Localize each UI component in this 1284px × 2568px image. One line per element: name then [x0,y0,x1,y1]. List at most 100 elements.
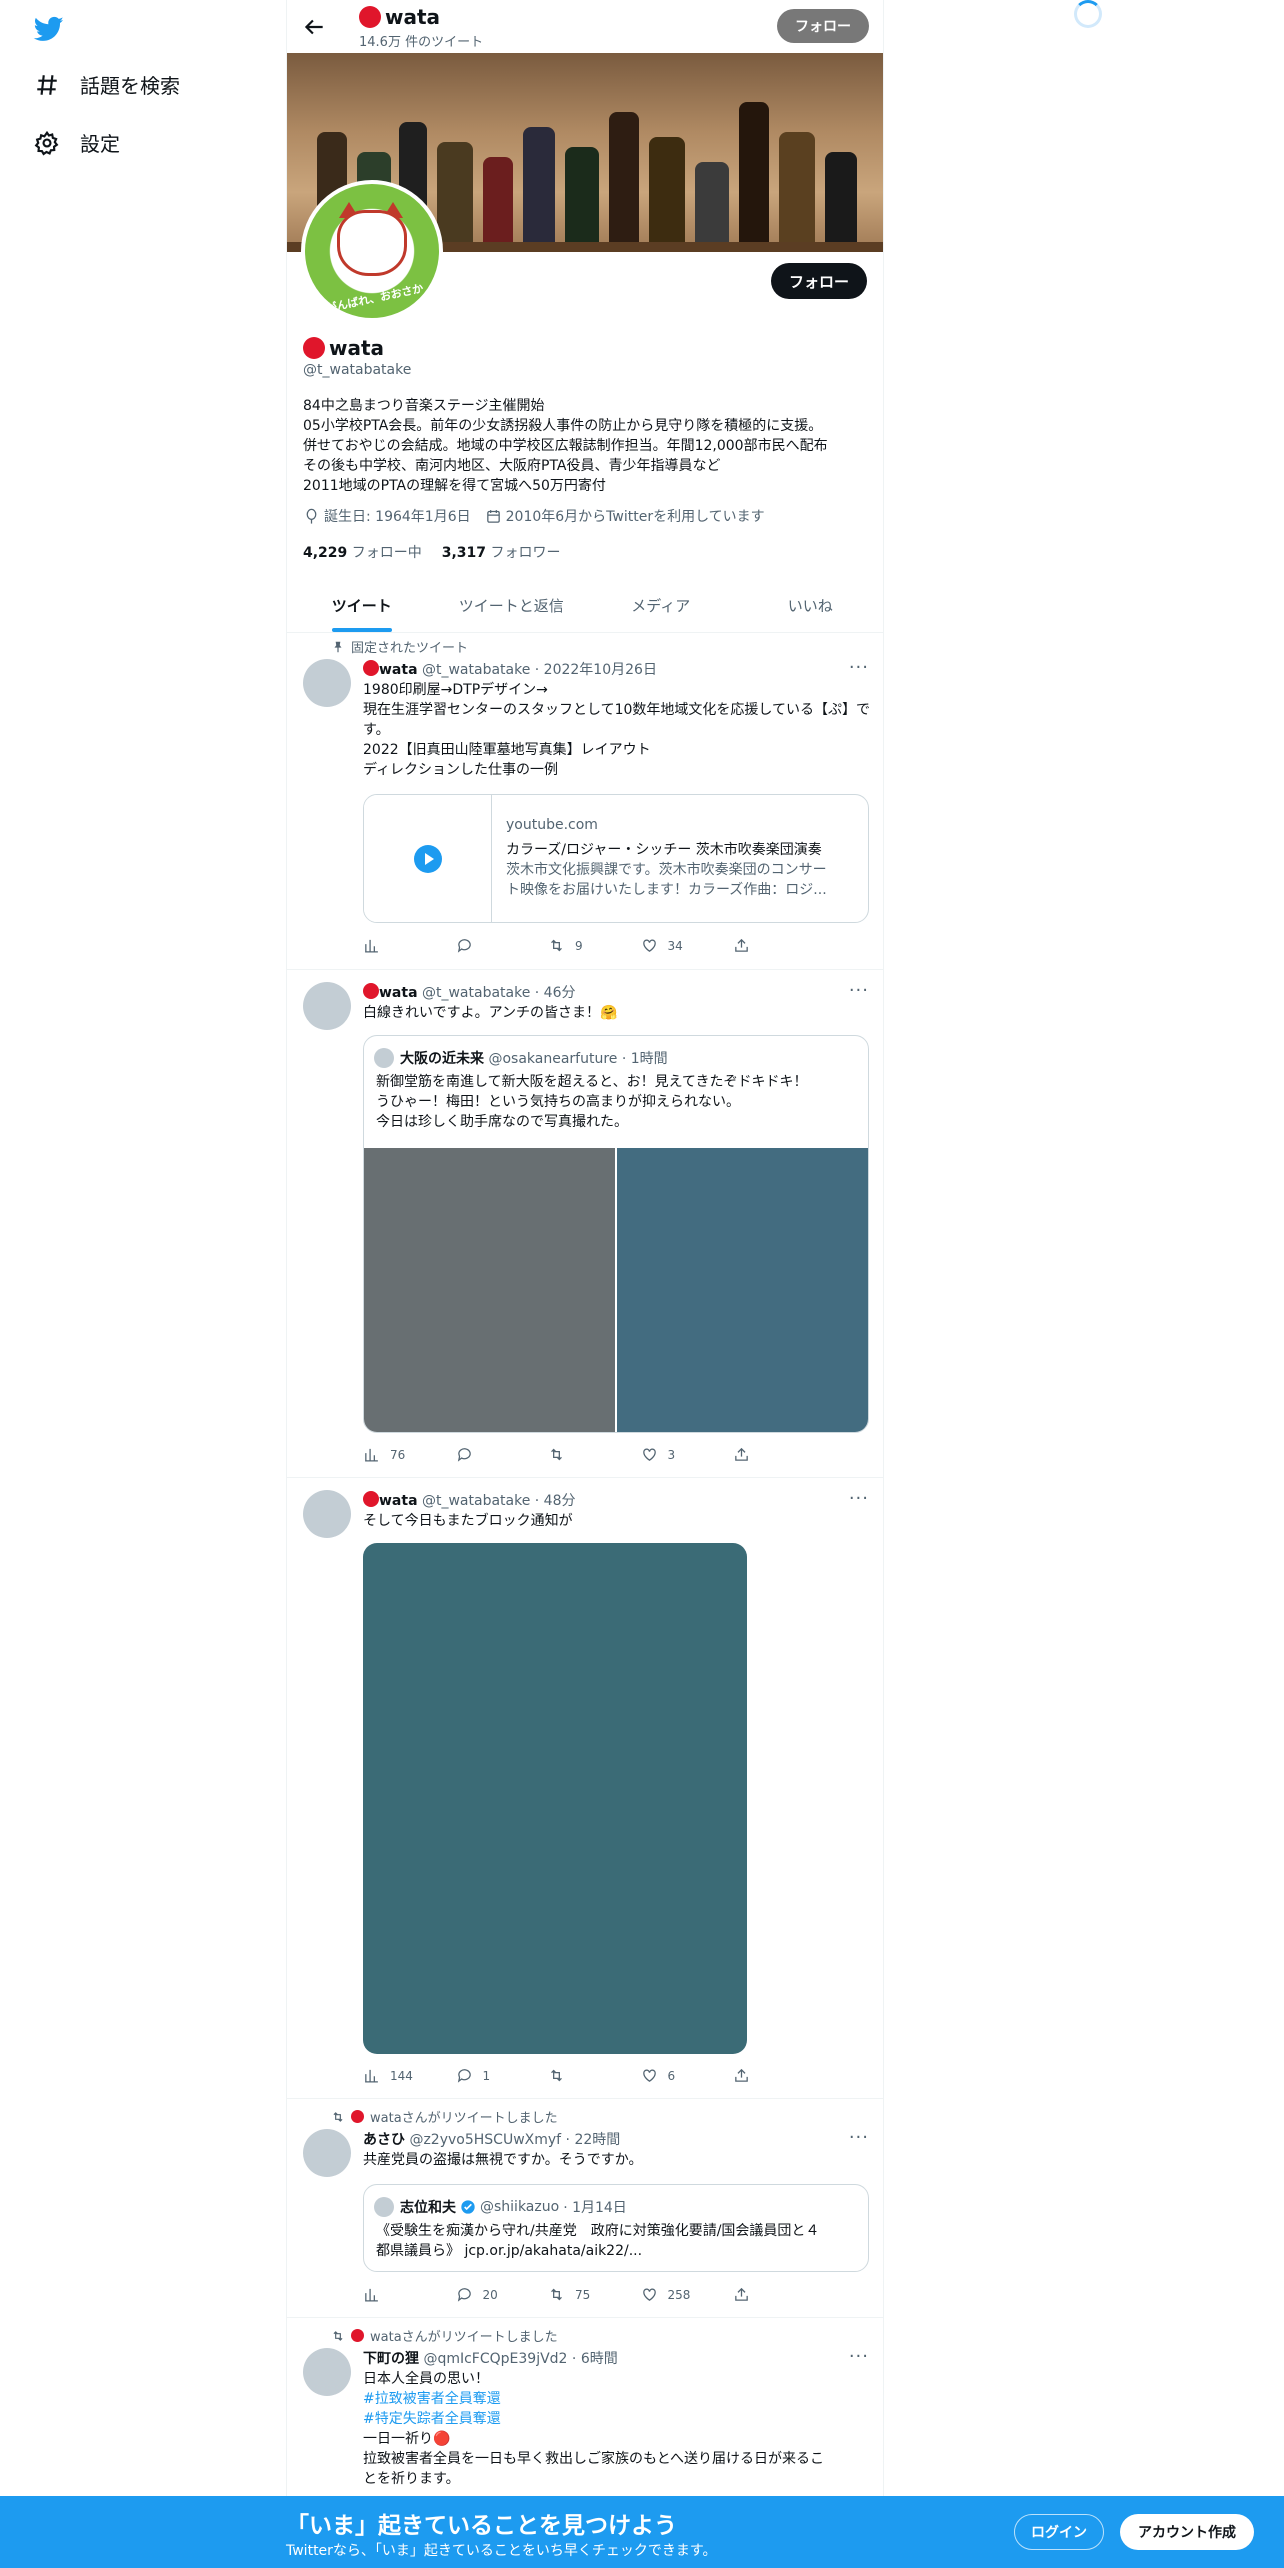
avatar[interactable] [303,659,351,707]
reply-icon [457,939,471,953]
play-icon[interactable] [414,845,442,873]
like-button[interactable]: 34 [641,937,701,954]
share-button[interactable] [733,937,793,954]
avatar[interactable] [303,2348,351,2396]
quote-tweet[interactable]: 志位和夫 @shiikazuo · 1月14日 《受験生を痴漢から守れ/共産党 … [363,2184,869,2272]
more-options-icon[interactable]: ··· [849,980,869,1001]
tweet-actions: 144 1 6 [363,2067,793,2084]
balloon-icon [306,508,317,524]
profile-avatar[interactable]: がんばれ、おおさか [301,180,443,322]
views-button[interactable] [363,937,423,954]
hashtag-link[interactable]: #拉致被害者全員奪還 [363,2389,873,2409]
quote-tweet[interactable]: 大阪の近未来 @osakanearfuture · 1時間 新御堂筋を南進して新… [363,1035,869,1433]
retweet-button[interactable] [548,2067,608,2084]
like-button[interactable]: 258 [641,2286,701,2303]
avatar[interactable] [374,2197,394,2217]
profile-header-bar: wata 14.6万 件のツイート フォロー [287,0,883,53]
views-button[interactable]: 76 [363,1446,423,1463]
login-button[interactable]: ログイン [1014,2514,1104,2550]
avatar[interactable] [303,2129,351,2177]
followers-link[interactable]: 3,317 フォロワー [442,542,561,562]
sidebar-item-explore[interactable]: 話題を検索 [34,70,180,99]
header-tweet-count: 14.6万 件のツイート [359,35,484,50]
heart-icon [642,939,656,952]
tab-media[interactable]: メディア [586,580,736,632]
quote-text: 新御堂筋を南進して新大阪を超えると、お！見えてきたぞドキドキ！ うひゃー！梅田！… [376,1074,808,1130]
profile-stats: 4,229 フォロー中 3,317 フォロワー [303,542,561,562]
like-button[interactable]: 3 [641,1446,701,1463]
red-circle-emoji-icon [363,983,379,999]
media-image[interactable] [363,1543,747,2054]
card-domain: youtube.com [506,817,598,833]
tweet-text: 日本人全員の思い！ #拉致被害者全員奪還 #特定失踪者全員奪還 一日一祈り🔴 拉… [363,2369,873,2489]
avatar[interactable] [374,1048,394,1068]
tweet[interactable]: 固定されたツイート wata @t_watabatake · 2022年10月2… [287,633,883,970]
avatar[interactable] [303,1490,351,1538]
card-description: 茨木市文化振興課です。茨木市吹奏楽団のコンサー [506,862,827,878]
tab-tweets[interactable]: ツイート [287,580,437,632]
pinned-context: 固定されたツイート [331,637,468,656]
share-button[interactable] [733,2067,793,2084]
retweet-icon [551,939,562,952]
tab-likes[interactable]: いいね [736,580,884,632]
follow-button[interactable]: フォロー [770,263,867,299]
retweet-button[interactable] [548,1446,608,1463]
reply-icon [457,2069,471,2083]
twitter-logo-icon[interactable] [32,14,66,44]
tweet-text: 1980印刷屋→DTPデザイン→ 現在生涯学習センターのスタッフとして10数年地… [363,682,870,778]
video-thumbnail[interactable] [364,795,492,922]
tweet-header: 下町の狸 @qmIcFCQpE39jVd2 · 6時間 [363,2351,618,2367]
card-description: ト映像をお届けいたします！カラーズ作曲：ロジ... [506,882,827,898]
tweet[interactable]: wata @t_watabatake · 46分 ··· 白線きれいですよ。アン… [287,970,883,1478]
birthday-item: 誕生日: 1964年1月6日 [303,506,471,526]
hashtag-icon [37,74,57,95]
reply-button[interactable]: 20 [456,2286,516,2303]
tweet-actions: 20 75 258 [363,2286,793,2303]
share-button[interactable] [733,1446,793,1463]
tweet-text: 白線きれいですよ。アンチの皆さま！🤗 [363,1005,618,1021]
tab-tweets-and-replies[interactable]: ツイートと返信 [437,580,587,632]
more-options-icon[interactable]: ··· [849,2346,869,2367]
retweet-icon [551,1448,562,1461]
retweet-icon [551,2288,562,2301]
link-card[interactable]: youtube.com カラーズ/ロジャー・シッチー 茨木市吹奏楽団演奏 茨木市… [363,794,869,923]
retweet-button[interactable]: 75 [548,2286,608,2303]
tweet-header: wata @t_watabatake · 48分 [363,1490,576,1510]
profile-tabs: ツイート ツイートと返信 メディア いいね [287,580,884,633]
quote-text: 《受験生を痴漢から守れ/共産党 政府に対策強化要請/国会議員団と４ 都県議員ら》… [376,2223,820,2259]
back-arrow-icon[interactable] [301,14,327,40]
views-button[interactable]: 144 [363,2067,423,2084]
tweet[interactable]: wataさんがリツイートしました あさひ @z2yvo5HSCUwXmyf · … [287,2099,883,2318]
tweet-header: あさひ @z2yvo5HSCUwXmyf · 22時間 [363,2132,621,2148]
loading-spinner-icon [1074,0,1102,28]
reply-button[interactable] [456,1446,516,1463]
reply-button[interactable] [456,937,516,954]
signup-banner-subtitle: Twitterなら、「いま」起きていることをいち早くチェックできます。 [286,2543,717,2559]
sidebar-item-settings[interactable]: 設定 [34,128,120,157]
reply-icon [457,1448,471,1462]
analytics-icon [365,939,378,953]
tweet[interactable]: wata @t_watabatake · 48分 ··· そして今日もまたブロッ… [287,1478,883,2099]
more-options-icon[interactable]: ··· [849,2127,869,2148]
like-button[interactable]: 6 [641,2067,701,2084]
retweet-button[interactable]: 9 [548,937,608,954]
share-button[interactable] [733,2286,793,2303]
reply-icon [457,2288,471,2302]
tweet-text: そして今日もまたブロック通知が [363,1513,573,1529]
signup-button[interactable]: アカウント作成 [1120,2514,1254,2550]
views-button[interactable] [363,2286,423,2303]
sidebar: 話題を検索 設定 [0,0,286,2568]
media-image[interactable] [617,1148,868,1432]
tweet-header: wata @t_watabatake · 46分 [363,982,576,1002]
retweet-context: wataさんがリツイートしました [331,2107,558,2126]
more-options-icon[interactable]: ··· [849,657,869,678]
avatar[interactable] [303,982,351,1030]
tweet-header: wata @t_watabatake · 2022年10月26日 [363,659,657,679]
reply-button[interactable]: 1 [456,2067,516,2084]
verified-badge-icon [461,2200,475,2214]
hashtag-link[interactable]: #特定失踪者全員奪還 [363,2409,873,2429]
header-follow-button[interactable]: フォロー [777,9,869,43]
media-image[interactable] [364,1148,615,1432]
following-link[interactable]: 4,229 フォロー中 [303,542,422,562]
more-options-icon[interactable]: ··· [849,1488,869,1509]
